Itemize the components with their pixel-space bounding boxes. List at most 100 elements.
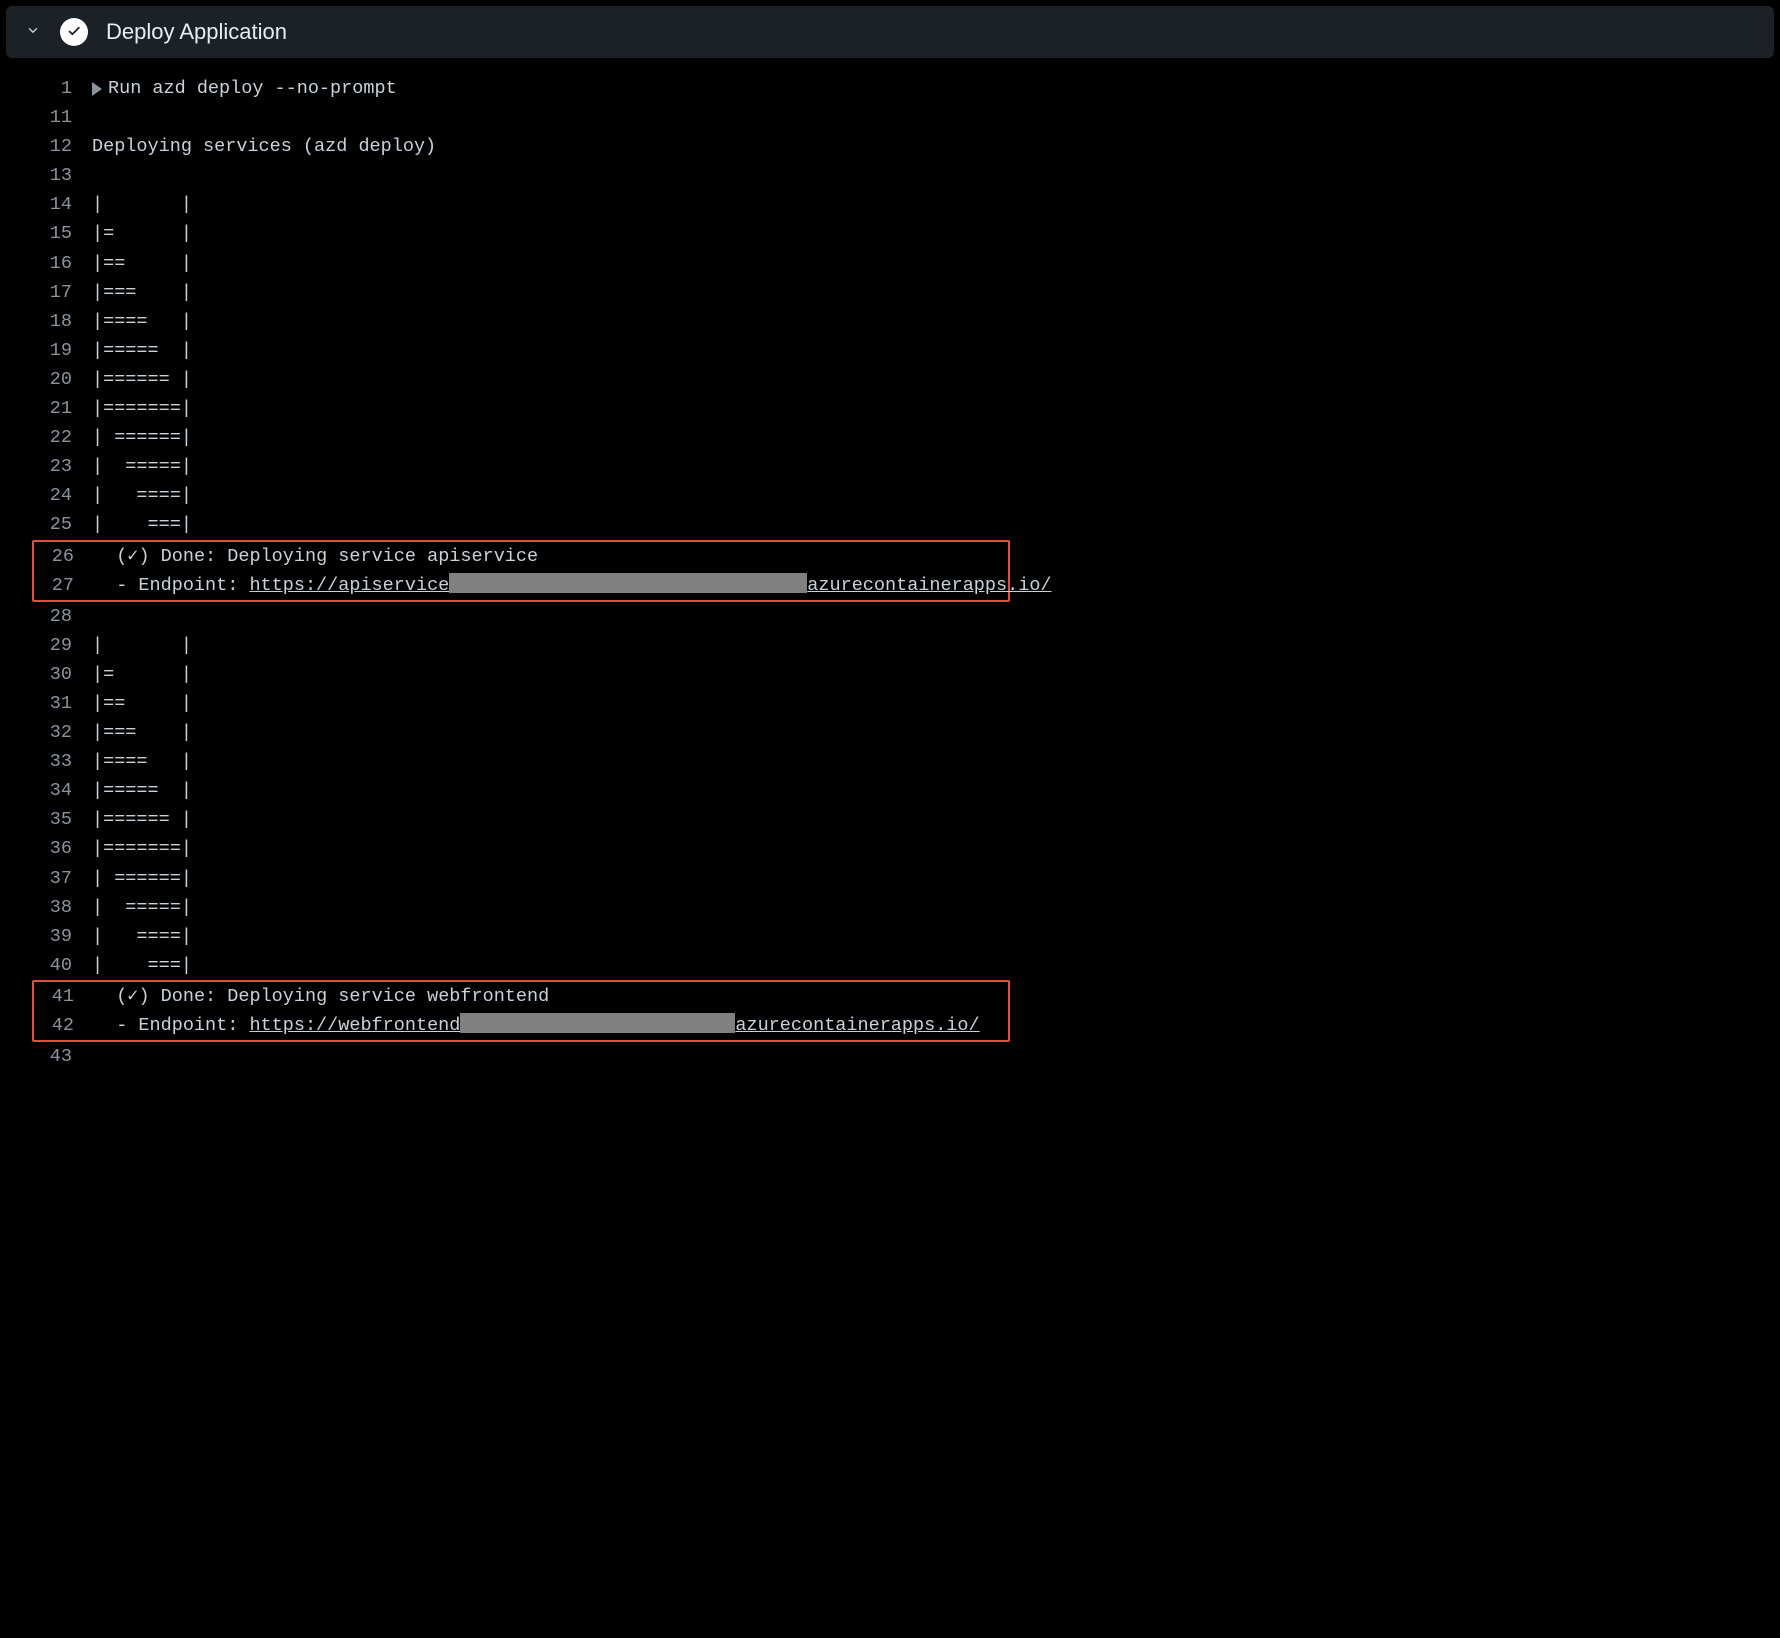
line-number: 30 [0, 660, 92, 689]
log-line: 23| =====| [0, 452, 1780, 481]
log-line: 13 [0, 161, 1780, 190]
line-number: 25 [0, 510, 92, 539]
line-number: 33 [0, 747, 92, 776]
check-circle-icon [60, 18, 88, 46]
log-line: 21|=======| [0, 394, 1780, 423]
line-content: | ===| [92, 951, 192, 980]
line-content: Deploying services (azd deploy) [92, 132, 436, 161]
log-line: 37| ======| [0, 864, 1780, 893]
line-content: | ===| [92, 510, 192, 539]
line-number: 23 [0, 452, 92, 481]
highlight-apiservice: 26 (✓) Done: Deploying service apiservic… [32, 540, 1010, 602]
log-line: 31|== | [0, 689, 1780, 718]
line-content: | | [92, 631, 192, 660]
log-line: 29| | [0, 631, 1780, 660]
log-line: 11 [0, 103, 1780, 132]
line-number: 31 [0, 689, 92, 718]
log-line: 26 (✓) Done: Deploying service apiservic… [34, 542, 1008, 571]
line-content: |=======| [92, 834, 192, 863]
line-content: | ======| [92, 423, 192, 452]
line-number: 37 [0, 864, 92, 893]
line-content: |= | [92, 660, 192, 689]
endpoint-link[interactable]: https://apiserviceazurecontainerapps.io/ [249, 571, 1051, 600]
log-line: 12Deploying services (azd deploy) [0, 132, 1780, 161]
line-content: | =====| [92, 893, 192, 922]
log-line: 24| ====| [0, 481, 1780, 510]
line-number: 20 [0, 365, 92, 394]
log-line: 18|==== | [0, 307, 1780, 336]
line-content: |====== | [92, 805, 192, 834]
line-content: |==== | [92, 307, 192, 336]
line-number: 36 [0, 834, 92, 863]
expand-triangle-icon[interactable] [92, 82, 102, 96]
line-content: |====== | [92, 365, 192, 394]
line-number: 1 [0, 74, 92, 103]
line-content: |== | [92, 249, 192, 278]
endpoint-link[interactable]: https://webfrontendazurecontainerapps.io… [249, 1011, 979, 1040]
line-content: - Endpoint: https://webfrontendazurecont… [94, 1011, 980, 1040]
line-number: 21 [0, 394, 92, 423]
chevron-down-icon[interactable] [24, 21, 42, 44]
line-number: 15 [0, 219, 92, 248]
line-content: |=======| [92, 394, 192, 423]
log-line: 28 [0, 602, 1780, 631]
line-content: |=== | [92, 278, 192, 307]
line-number: 11 [0, 103, 92, 132]
log-line: 22| ======| [0, 423, 1780, 452]
line-number: 14 [0, 190, 92, 219]
log-line: 35|====== | [0, 805, 1780, 834]
log-line: 36|=======| [0, 834, 1780, 863]
line-number: 16 [0, 249, 92, 278]
line-number: 43 [0, 1042, 92, 1071]
line-content: |== | [92, 689, 192, 718]
line-content: |=== | [92, 718, 192, 747]
line-number: 35 [0, 805, 92, 834]
line-content: |==== | [92, 747, 192, 776]
log-line: 20|====== | [0, 365, 1780, 394]
step-header[interactable]: Deploy Application [6, 6, 1774, 58]
line-number: 42 [34, 1011, 94, 1040]
line-number: 29 [0, 631, 92, 660]
line-content: | =====| [92, 452, 192, 481]
line-content: - Endpoint: https://apiserviceazureconta… [94, 571, 1052, 600]
step-title: Deploy Application [106, 19, 287, 45]
log-line: 19|===== | [0, 336, 1780, 365]
log-line: 43 [0, 1042, 1780, 1071]
line-content: Run azd deploy --no-prompt [92, 74, 397, 103]
line-number: 32 [0, 718, 92, 747]
log-line: 15|= | [0, 219, 1780, 248]
line-number: 26 [34, 542, 94, 571]
log-line: 17|=== | [0, 278, 1780, 307]
log-line: 16|== | [0, 249, 1780, 278]
line-number: 24 [0, 481, 92, 510]
line-number: 22 [0, 423, 92, 452]
line-number: 13 [0, 161, 92, 190]
line-content: | ====| [92, 481, 192, 510]
log-line: 32|=== | [0, 718, 1780, 747]
line-number: 18 [0, 307, 92, 336]
line-content: |= | [92, 219, 192, 248]
line-content: (✓) Done: Deploying service apiservice [94, 542, 538, 571]
line-content: |===== | [92, 336, 192, 365]
log-line: 39| ====| [0, 922, 1780, 951]
line-number: 27 [34, 571, 94, 600]
line-content: | ====| [92, 922, 192, 951]
log-line: 33|==== | [0, 747, 1780, 776]
line-number: 38 [0, 893, 92, 922]
line-number: 19 [0, 336, 92, 365]
log-line: 14| | [0, 190, 1780, 219]
log-line: 42 - Endpoint: https://webfrontendazurec… [34, 1011, 1008, 1040]
log-output: 1Run azd deploy --no-prompt1112Deploying… [0, 64, 1780, 1071]
log-line: 27 - Endpoint: https://apiserviceazureco… [34, 571, 1008, 600]
redacted-segment [449, 573, 807, 593]
line-content: | | [92, 190, 192, 219]
line-number: 28 [0, 602, 92, 631]
line-number: 39 [0, 922, 92, 951]
redacted-segment [460, 1013, 735, 1033]
log-line: 38| =====| [0, 893, 1780, 922]
highlight-webfrontend: 41 (✓) Done: Deploying service webfronte… [32, 980, 1010, 1042]
line-content: |===== | [92, 776, 192, 805]
log-line: 41 (✓) Done: Deploying service webfronte… [34, 982, 1008, 1011]
line-content: (✓) Done: Deploying service webfrontend [94, 982, 549, 1011]
line-number: 40 [0, 951, 92, 980]
